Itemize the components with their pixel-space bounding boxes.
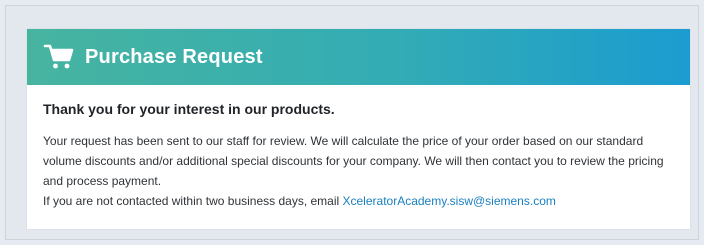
card-header: Purchase Request <box>27 29 690 85</box>
thank-you-heading: Thank you for your interest in our produ… <box>43 101 335 117</box>
card-body: Thank you for your interest in our produ… <box>27 85 690 211</box>
page-frame: Purchase Request Thank you for your inte… <box>5 5 699 240</box>
shopping-cart-icon <box>43 43 75 71</box>
request-description: Your request has been sent to our staff … <box>43 134 664 188</box>
contact-line: If you are not contacted within two busi… <box>43 191 674 211</box>
header-title: Purchase Request <box>85 45 263 68</box>
purchase-request-card: Purchase Request Thank you for your inte… <box>27 29 690 229</box>
contact-prefix: If you are not contacted within two busi… <box>43 194 343 208</box>
contact-email-link[interactable]: XceleratorAcademy.sisw@siemens.com <box>343 194 556 208</box>
